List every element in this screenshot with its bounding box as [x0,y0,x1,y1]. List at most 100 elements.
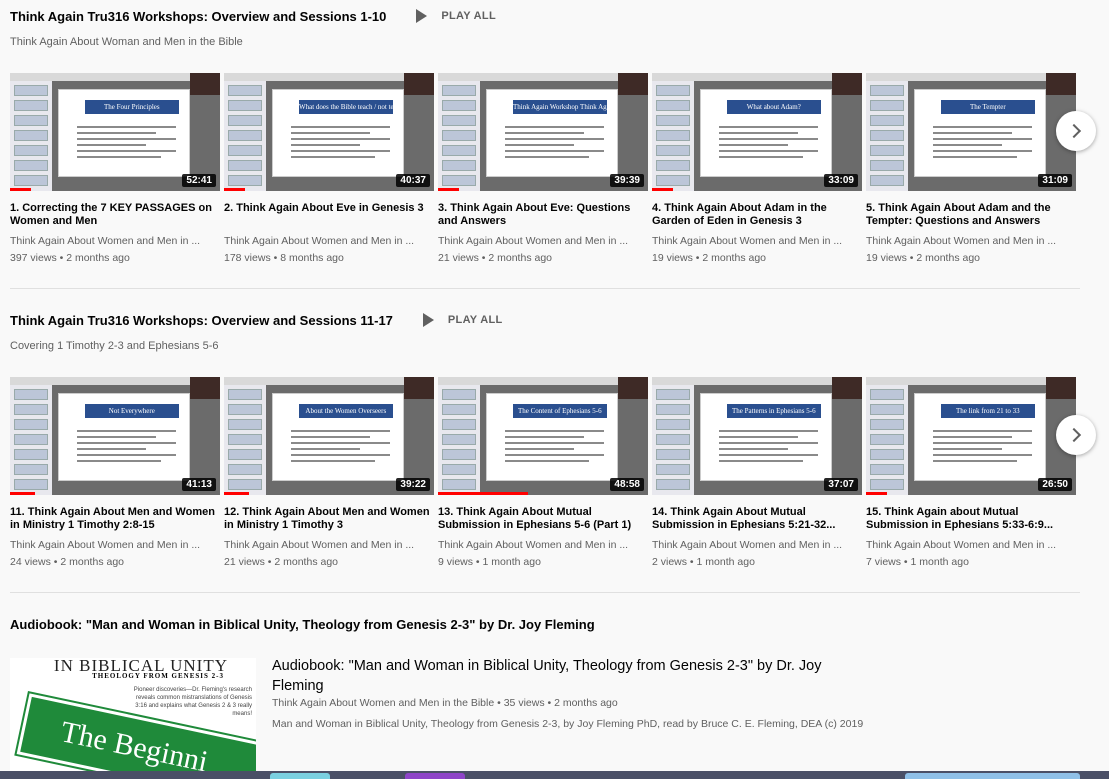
upload-age: 2 months ago [702,252,767,264]
video-thumbnail[interactable]: What does the Bible teach / not teach / … [224,73,434,191]
video-title[interactable]: 13. Think Again About Mutual Submission … [438,506,648,532]
video-thumbnail[interactable]: The Content of Ephesians 5-6 48:58 [438,377,648,495]
upload-age: 2 months ago [66,252,130,264]
video-title[interactable]: 3. Think Again About Eve: Questions and … [438,202,648,228]
thumb-toolbar [866,377,1076,385]
thumb-slide: The Patterns in Ephesians 5-6 [700,393,832,481]
view-count: 35 views [503,697,545,709]
duration-badge: 26:50 [1038,478,1072,491]
video-card[interactable]: The Four Principles 52:41 1. Correcting th… [10,73,220,264]
slide-text-lines [505,426,604,466]
play-all-label: PLAY ALL [447,314,503,326]
video-card[interactable]: Not Everywhere 41:13 11. Think Again About… [10,377,220,568]
view-count: 2 views [652,556,688,568]
audiobook-thumbnail[interactable]: IN BIBLICAL UNITY THEOLOGY FROM GENESIS … [10,658,256,779]
channel-name[interactable]: Think Again About Women and Men in ... [224,539,434,551]
channel-name[interactable]: Think Again About Women and Men in ... [652,235,862,247]
channel-name[interactable]: Think Again About Women and Men in ... [10,539,220,551]
channel-name[interactable]: Think Again About Women and Men in ... [866,539,1076,551]
meta-dot: • [270,252,281,264]
video-thumbnail[interactable]: What about Adam? 33:09 [652,73,862,191]
video-thumbnail[interactable]: The link from 21 to 33 26:50 [866,377,1076,495]
video-card[interactable]: The Patterns in Ephesians 5-6 37:07 14. Th… [652,377,862,568]
watch-progress-bar [438,492,529,495]
thumb-slide-panel [652,81,694,191]
video-thumbnail[interactable]: Not Everywhere 41:13 [10,377,220,495]
channel-name[interactable]: Think Again About Women and Men in ... [652,539,862,551]
video-meta: 24 views • 2 months ago [10,556,220,568]
video-card[interactable]: The link from 21 to 33 26:50 15. Think Aga… [866,377,1076,568]
video-thumbnail[interactable]: Think Again Workshop Think Again about E… [438,73,648,191]
meta-dot: • [473,556,483,568]
video-title[interactable]: 1. Correcting the 7 KEY PASSAGES on Wome… [10,202,220,228]
thumb-slide: The Content of Ephesians 5-6 [486,393,618,481]
watch-progress-bar [10,188,31,191]
video-card[interactable]: The Content of Ephesians 5-6 48:58 13. Thi… [438,377,648,568]
video-title[interactable]: 12. Think Again About Men and Women in M… [224,506,434,532]
duration-badge: 41:13 [182,478,216,491]
thumb-toolbar [10,377,220,385]
thumb-toolbar [652,377,862,385]
upload-age: 2 months ago [916,252,981,264]
view-count: 19 views [652,252,693,264]
channel-name[interactable]: Think Again About Women and Men in ... [438,539,648,551]
thumb-toolbar [10,73,220,81]
video-card[interactable]: Think Again Workshop Think Again about E… [438,73,648,264]
view-count: 24 views [10,556,51,568]
shelf-title[interactable]: Think Again Tru316 Workshops: Overview a… [10,9,386,24]
thumb-slide: What about Adam? [700,89,832,177]
video-thumbnail[interactable]: The Patterns in Ephesians 5-6 37:07 [652,377,862,495]
shelf-title[interactable]: Think Again Tru316 Workshops: Overview a… [10,313,393,328]
view-count: 19 views [866,252,907,264]
thumb-slide: Think Again Workshop Think Again about E… [486,89,618,177]
video-title[interactable]: 2. Think Again About Eve in Genesis 3 [224,202,434,228]
webcam-overlay [404,377,434,399]
watch-progress-bar [866,492,887,495]
video-card[interactable]: What does the Bible teach / not teach / … [224,73,434,264]
view-count: 9 views [438,556,474,568]
video-title[interactable]: 4. Think Again About Adam in the Garden … [652,202,862,228]
upload-age: 2 months ago [274,556,339,568]
play-all-button[interactable]: PLAY ALL [416,9,496,23]
video-title[interactable]: 11. Think Again About Men and Women in M… [10,506,220,532]
video-thumbnail[interactable]: The Four Principles 52:41 [10,73,220,191]
video-title[interactable]: 14. Think Again About Mutual Submission … [652,506,862,532]
video-thumbnail[interactable]: The Tempter 31:09 [866,73,1076,191]
thumb-slide: What does the Bible teach / not teach / … [272,89,404,177]
play-all-button[interactable]: PLAY ALL [422,313,503,327]
shelf-title[interactable]: Audiobook: "Man and Woman in Biblical Un… [10,617,595,632]
taskbar-app[interactable] [905,773,1080,779]
meta-dot: • [692,252,703,264]
video-card[interactable]: About the Women Overseers 39:22 12. Think … [224,377,434,568]
duration-badge: 31:09 [1038,174,1072,187]
channel-name[interactable]: Think Again About Women and Men in ... [10,235,220,247]
play-icon [416,9,428,23]
thumb-slide-panel [438,385,480,495]
channel-name[interactable]: Think Again About Women and Men in ... [866,235,1076,247]
audiobook-title[interactable]: Audiobook: "Man and Woman in Biblical Un… [272,656,832,696]
channel-name[interactable]: Think Again About Women and Men in ... [224,235,434,247]
taskbar-app[interactable] [405,773,465,779]
thumb-toolbar [224,73,434,81]
video-title[interactable]: 5. Think Again About Adam and the Tempte… [866,202,1076,228]
video-card[interactable]: The Tempter 31:09 5. Think Again About Ada… [866,73,1076,264]
channel-name[interactable]: Think Again About Women and Men in the B… [272,697,494,709]
video-meta: 9 views • 1 month ago [438,556,648,568]
shelf-sessions-11-17: Think Again Tru316 Workshops: Overview a… [10,310,1080,353]
video-title[interactable]: 15. Think Again about Mutual Submission … [866,506,1076,532]
thumb-slide: About the Women Overseers [272,393,404,481]
next-arrow-button[interactable] [1056,415,1096,455]
channel-name[interactable]: Think Again About Women and Men in ... [438,235,648,247]
next-arrow-button[interactable] [1056,111,1096,151]
taskbar-app[interactable] [270,773,330,779]
video-thumbnail[interactable]: About the Women Overseers 39:22 [224,377,434,495]
video-meta: 2 views • 1 month ago [652,556,862,568]
thumb-slide-panel [866,81,908,191]
video-row: The Four Principles 52:41 1. Correcting th… [10,73,1080,264]
view-count: 178 views [224,252,271,264]
thumb-slide: Not Everywhere [58,393,190,481]
video-card[interactable]: What about Adam? 33:09 4. Think Again Abou… [652,73,862,264]
slide-title: The Four Principles [85,100,179,114]
slide-text-lines [505,122,604,162]
meta-dot: • [56,252,67,264]
